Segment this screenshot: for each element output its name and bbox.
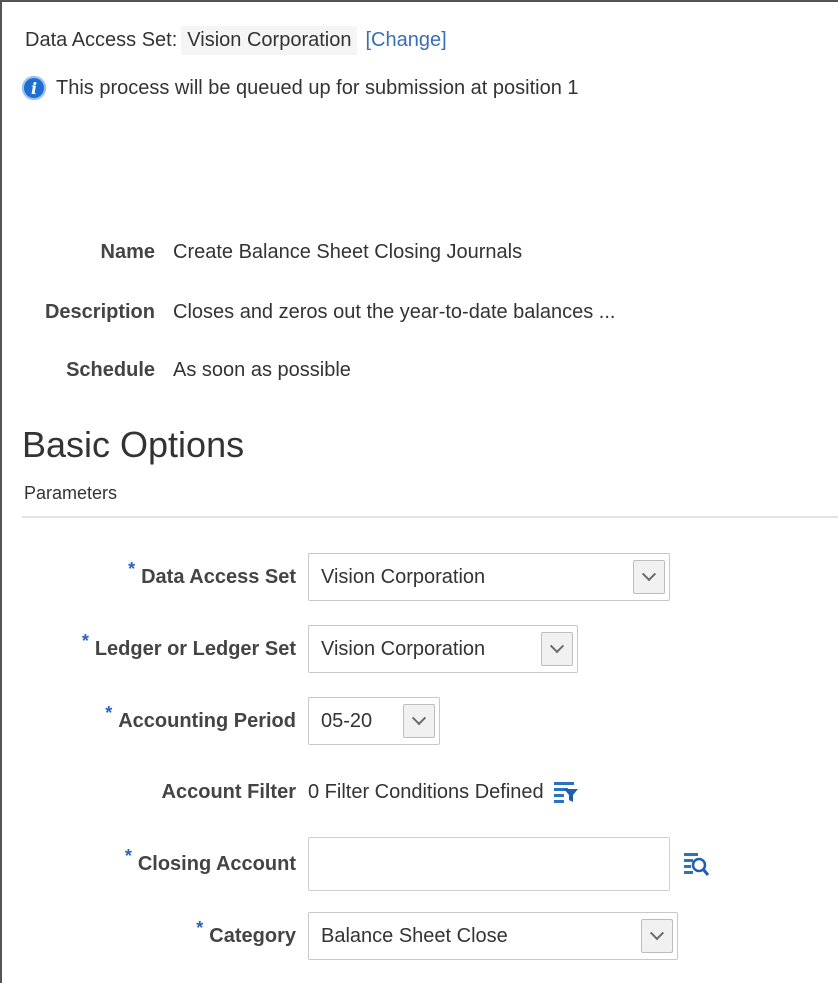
accounting-period-select-value: 05-20 (321, 709, 373, 732)
category-select-value: Balance Sheet Close (321, 924, 508, 947)
required-marker: * (105, 702, 113, 723)
parameters-label: Parameters (24, 483, 118, 503)
data-access-set-header: Data Access Set: Vision Corporation [Cha… (25, 26, 447, 55)
ledger-label: * Ledger or Ledger Set (0, 631, 296, 661)
accounting-period-select[interactable]: 05-20 (308, 697, 440, 745)
closing-account-input[interactable] (308, 837, 670, 891)
description-label: Description (44, 300, 155, 323)
account-filter-row: Account Filter 0 Filter Conditions Defin… (0, 768, 580, 816)
chevron-down-icon[interactable] (641, 919, 673, 953)
required-marker: * (196, 917, 204, 938)
closing-account-row: * Closing Account (0, 837, 710, 891)
data-access-set-label: * Data Access Set (0, 559, 296, 589)
description-row: Description Closes and zeros out the yea… (0, 298, 838, 326)
page-frame (0, 0, 838, 983)
filter-icon[interactable] (552, 780, 580, 804)
ledger-select-value: Vision Corporation (321, 637, 486, 660)
info-message: i This process will be queued up for sub… (22, 76, 579, 100)
category-select[interactable]: Balance Sheet Close (308, 912, 678, 960)
data-access-set-label-text: Data Access Set (141, 565, 296, 588)
category-label-text: Category (209, 924, 296, 947)
data-access-set-row: * Data Access Set Vision Corporation (0, 553, 670, 601)
schedule-value: As soon as possible (173, 358, 351, 381)
chevron-down-icon[interactable] (633, 560, 665, 594)
chevron-down-icon[interactable] (403, 704, 435, 738)
accounting-period-label-text: Accounting Period (118, 709, 296, 732)
account-filter-value-text: 0 Filter Conditions Defined (308, 780, 544, 803)
ledger-row: * Ledger or Ledger Set Vision Corporation (0, 625, 578, 673)
data-access-set-header-value: Vision Corporation (181, 26, 358, 55)
schedule-label: Schedule (66, 358, 155, 381)
info-message-text: This process will be queued up for submi… (56, 76, 579, 99)
change-data-access-set-link[interactable]: [Change] (365, 29, 446, 52)
data-access-set-header-label: Data Access Set: (25, 29, 178, 51)
data-access-set-select-value: Vision Corporation (321, 565, 486, 588)
description-value: Closes and zeros out the year-to-date ba… (173, 300, 616, 323)
ledger-select[interactable]: Vision Corporation (308, 625, 578, 673)
name-row: Name Create Balance Sheet Closing Journa… (0, 238, 838, 266)
account-filter-label: Account Filter (161, 780, 296, 803)
required-marker: * (124, 845, 132, 866)
data-access-set-select[interactable]: Vision Corporation (308, 553, 670, 601)
ledger-label-text: Ledger or Ledger Set (94, 637, 296, 660)
required-marker: * (81, 630, 89, 651)
accounting-period-row: * Accounting Period 05-20 (0, 697, 440, 745)
required-marker: * (128, 558, 136, 579)
name-label: Name (100, 240, 155, 263)
info-icon: i (22, 76, 46, 100)
account-filter-value: 0 Filter Conditions Defined (308, 780, 580, 804)
accounting-period-label: * Accounting Period (0, 703, 296, 733)
category-row: * Category Balance Sheet Close (0, 912, 678, 960)
section-divider (22, 516, 838, 518)
section-title: Basic Options (22, 424, 245, 465)
chevron-down-icon[interactable] (541, 632, 573, 666)
closing-account-label-text: Closing Account (137, 852, 296, 875)
name-value: Create Balance Sheet Closing Journals (173, 240, 523, 263)
category-label: * Category (0, 918, 296, 948)
closing-account-label: * Closing Account (0, 846, 296, 876)
search-icon[interactable] (682, 850, 710, 878)
schedule-row: Schedule As soon as possible (0, 356, 838, 384)
